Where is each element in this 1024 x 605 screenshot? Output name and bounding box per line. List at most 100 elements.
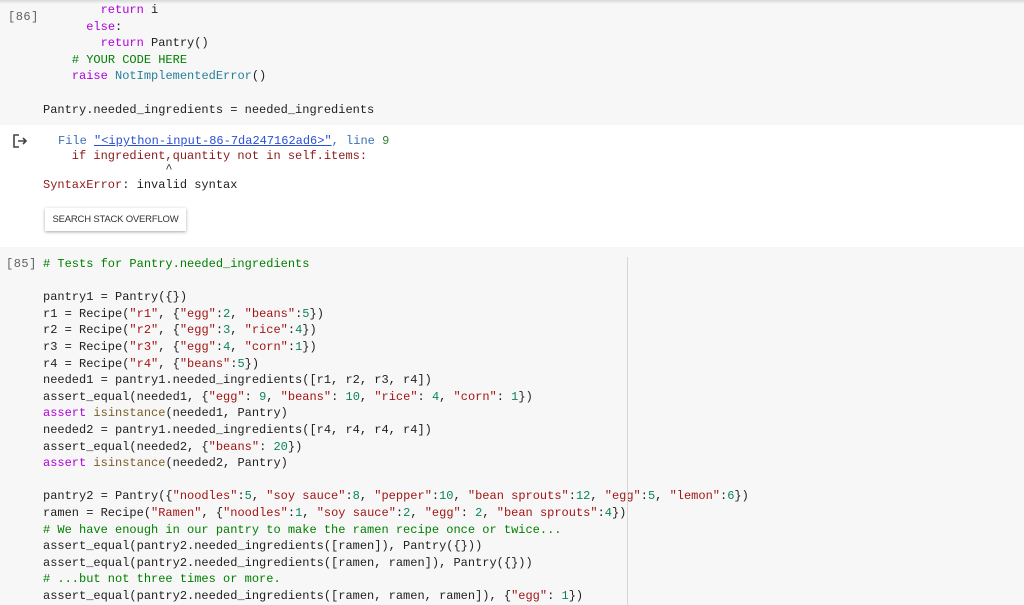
code-line: assert isinstance(needed1, Pantry): [43, 405, 749, 422]
code-token: ,: [302, 505, 317, 520]
code-token: "corn": [453, 389, 497, 404]
code-token: :: [640, 489, 648, 504]
code-token: :: [597, 505, 605, 520]
code-token: "beans": [280, 389, 332, 404]
code-token: , {: [158, 306, 180, 321]
code-token: 5: [237, 356, 245, 371]
code-token: r3 = Recipe(: [43, 339, 130, 354]
code-token: :: [331, 389, 346, 404]
code-token: :: [417, 389, 432, 404]
code-token: 5: [302, 306, 310, 321]
code-token: "noodles": [172, 489, 238, 504]
code-token: isinstance: [93, 406, 166, 421]
error-type: SyntaxError: [43, 178, 123, 192]
code-line: assert_equal(needed1, {"egg": 9, "beans"…: [43, 389, 749, 406]
code-token: isinstance: [93, 456, 166, 471]
code-token: "egg": [604, 489, 641, 504]
file-label: File: [58, 134, 95, 148]
code-token: :: [496, 389, 512, 404]
code-token: Pantry.needed_ingredients = needed_ingre…: [43, 102, 375, 117]
code-token: needed1 = pantry1.needed_ingredients([r1…: [43, 373, 432, 388]
code-cell-85[interactable]: [85] # Tests for Pantry.needed_ingredien…: [0, 247, 1024, 605]
code-token: # ...but not three times or more.: [43, 572, 281, 587]
code-cell-86[interactable]: [86] return i else: return Pantry() # YO…: [0, 2, 1024, 125]
code-token: 12: [575, 489, 591, 504]
code-line: assert isinstance(needed2, Pantry): [43, 455, 749, 472]
code-token: assert_equal(needed2, {: [43, 439, 209, 454]
code-token: }): [734, 489, 749, 504]
code-token: }): [244, 356, 260, 371]
code-token: # Tests for Pantry.needed_ingredients: [43, 257, 310, 271]
code-editor[interactable]: return i else: return Pantry() # YOUR CO…: [43, 2, 374, 118]
file-link[interactable]: "<ipython-input-86-7da247162ad6>": [94, 134, 332, 148]
execution-count: [85]: [6, 257, 37, 271]
code-line: r3 = Recipe("r3", {"egg":4, "corn":1}): [43, 339, 749, 356]
code-token: 20: [273, 439, 288, 454]
code-token: "bean sprouts": [496, 505, 598, 520]
code-token: raise: [71, 69, 108, 84]
code-token: assert: [43, 456, 87, 471]
code-token: ramen = Recipe(: [43, 505, 152, 520]
code-token: ,: [359, 489, 375, 504]
code-token: "egg": [179, 339, 216, 354]
code-token: ,: [655, 489, 670, 504]
code-token: }): [611, 505, 627, 520]
error-message: SyntaxError: invalid syntax: [43, 178, 237, 192]
code-token: ,: [230, 323, 245, 338]
code-token: }): [309, 306, 324, 321]
code-token: assert_equal(pantry2.needed_ingredients(…: [43, 588, 512, 603]
code-token: :: [215, 339, 224, 354]
code-token: "beans": [208, 439, 260, 454]
error-text: : invalid syntax: [122, 178, 238, 192]
code-line: assert_equal(needed2, {"beans": 20}): [43, 439, 749, 456]
code-token: (): [251, 69, 267, 84]
code-token: NotImplementedError: [115, 69, 252, 84]
code-line: # Tests for Pantry.needed_ingredients: [43, 256, 749, 273]
code-token: :: [115, 19, 123, 34]
code-token: ,: [590, 489, 605, 504]
code-token: # YOUR CODE HERE: [71, 52, 188, 67]
search-stack-overflow-button[interactable]: SEARCH STACK OVERFLOW: [45, 208, 186, 231]
code-token: :: [547, 588, 562, 603]
code-token: assert_equal(pantry2.needed_ingredients(…: [43, 539, 483, 554]
code-line: needed1 = pantry1.needed_ingredients([r1…: [43, 372, 749, 389]
code-token: else: [86, 19, 116, 34]
code-token: :: [568, 489, 576, 504]
code-token: ,: [230, 339, 245, 354]
code-token: assert: [43, 406, 87, 421]
code-token: "corn": [244, 339, 288, 354]
code-token: 10: [345, 389, 360, 404]
code-token: ,: [439, 389, 454, 404]
code-token: "rice": [374, 389, 418, 404]
code-line: # ...but not three times or more.: [43, 571, 749, 588]
output-arrow-icon[interactable]: [12, 134, 28, 148]
code-token: :: [287, 323, 296, 338]
code-token: "egg": [179, 323, 216, 338]
traceback-code-line: if ingredient,quantity not in self.items…: [43, 149, 368, 163]
code-token: , {: [158, 323, 180, 338]
code-token: }): [302, 339, 317, 354]
code-token: return: [100, 3, 144, 17]
code-token: r1 = Recipe(: [43, 306, 130, 321]
code-line: Pantry.needed_ingredients = needed_ingre…: [43, 102, 374, 119]
editor-ruler: [627, 257, 628, 605]
code-token: "r3": [129, 339, 159, 354]
code-line: assert_equal(pantry2.needed_ingredients(…: [43, 538, 749, 555]
code-token: :: [287, 339, 296, 354]
code-token: }): [287, 439, 303, 454]
code-editor[interactable]: # Tests for Pantry.needed_ingredientspan…: [43, 256, 749, 604]
code-token: ,: [266, 389, 281, 404]
code-line: return Pantry(): [43, 35, 374, 52]
code-token: }): [518, 389, 533, 404]
code-token: "Ramen": [151, 505, 202, 520]
code-token: "egg": [511, 588, 548, 603]
code-token: pantry2 = Pantry({: [43, 489, 173, 504]
code-token: :: [244, 389, 260, 404]
code-token: r2 = Recipe(: [43, 323, 130, 338]
code-line: pantry1 = Pantry({}): [43, 289, 749, 306]
code-token: "noodles": [223, 505, 288, 520]
